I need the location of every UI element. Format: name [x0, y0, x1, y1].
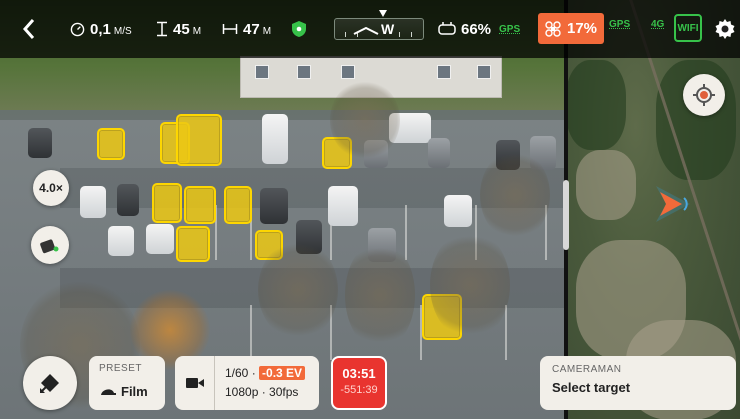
car	[80, 186, 106, 218]
building-window	[437, 65, 451, 79]
drone-tilt-icon	[40, 374, 59, 393]
speed-unit: M/S	[113, 25, 132, 37]
preset-selector[interactable]: PRESET Film	[89, 356, 165, 410]
drone-arrow-icon	[656, 186, 690, 222]
target-icon	[693, 84, 715, 106]
heading-label: W	[381, 21, 395, 37]
car	[108, 226, 134, 256]
altitude-icon	[156, 21, 168, 37]
tree	[480, 150, 550, 240]
altitude-value: 45	[173, 20, 190, 38]
gear-icon	[715, 19, 735, 39]
speed-readout: 0,1 M/S	[70, 0, 132, 58]
controller-icon	[438, 22, 456, 36]
select-target-button[interactable]: Select target	[552, 380, 724, 395]
cameraman-label: CAMERAMAN	[552, 364, 622, 375]
compass-tick	[411, 32, 412, 37]
chevron-left-icon	[22, 19, 35, 39]
speed-value: 0,1	[90, 20, 111, 38]
drone-gps-label: GPS	[609, 19, 631, 30]
detected-car[interactable]	[97, 128, 125, 160]
car	[28, 128, 52, 158]
parking-line	[405, 205, 407, 260]
compass-tick	[345, 32, 346, 37]
altitude-unit: M	[192, 25, 202, 37]
exposure-value: -0.3 EV	[259, 366, 306, 380]
flight-mode-button[interactable]	[23, 356, 77, 410]
cameraman-panel[interactable]: CAMERAMAN Select target	[540, 356, 736, 410]
video-resolution: 1080p · 30fps	[225, 385, 299, 399]
video-camera-icon	[185, 378, 204, 388]
map-forest-area	[566, 60, 626, 150]
distance-value: 47	[243, 20, 260, 38]
video-mode-button[interactable]	[175, 356, 215, 410]
gimbal-button[interactable]	[31, 226, 69, 264]
drone-heading-icon	[353, 27, 379, 35]
car	[260, 188, 288, 224]
detected-car[interactable]	[184, 186, 216, 224]
car	[117, 184, 139, 216]
settings-button[interactable]	[713, 17, 737, 41]
car	[262, 114, 288, 164]
car	[444, 195, 472, 227]
detected-car[interactable]	[152, 183, 182, 223]
detected-car[interactable]	[176, 226, 210, 262]
building-window	[255, 65, 269, 79]
record-button[interactable]: 03:51 -551:39	[331, 356, 387, 410]
distance-icon	[222, 23, 238, 35]
drone-battery-badge: 17%	[538, 13, 604, 44]
altitude-readout: 45 M	[156, 0, 201, 58]
shield-status[interactable]	[291, 0, 307, 58]
tree	[430, 230, 510, 340]
top-status-bar: 0,1 M/S 45 M 47 M W 66% GPS 17% GPS 4G W…	[0, 0, 740, 58]
controller-gps-label: GPS	[499, 23, 521, 35]
detected-car[interactable]	[176, 114, 222, 166]
recenter-button[interactable]	[683, 74, 725, 116]
zoom-button[interactable]: 4.0×	[33, 170, 69, 206]
controller-battery-value: 66%	[461, 20, 492, 38]
controller-battery: 66% GPS	[438, 0, 520, 58]
gimbal-camera-icon	[40, 239, 59, 254]
car	[328, 186, 358, 226]
shield-icon	[292, 21, 306, 37]
distance-readout: 47 M	[222, 0, 271, 58]
split-handle[interactable]	[563, 180, 569, 250]
map-urban-area	[576, 150, 636, 220]
wifi-badge: WIFI	[674, 14, 702, 42]
parking-line	[505, 305, 507, 360]
building-window	[297, 65, 311, 79]
tree	[330, 80, 400, 160]
preset-label: PRESET	[99, 363, 143, 374]
shutter-speed: 1/60 ·	[225, 366, 256, 380]
building-window	[341, 65, 355, 79]
parking-line	[250, 305, 252, 360]
back-button[interactable]	[22, 0, 36, 58]
camera-settings[interactable]: 1/60 · -0.3 EV 1080p · 30fps	[175, 356, 319, 410]
detected-car[interactable]	[224, 186, 252, 224]
car	[146, 224, 174, 254]
record-remaining: -551:39	[340, 384, 378, 396]
drone-position-marker	[654, 186, 694, 226]
record-time: 03:51	[342, 366, 376, 381]
tree	[258, 240, 338, 340]
zoom-label: 4.0×	[39, 181, 63, 195]
tree	[345, 240, 415, 350]
network-4g-label: 4G	[651, 19, 665, 30]
drone-icon	[545, 20, 561, 37]
heading-needle	[379, 10, 387, 17]
tortoise-icon	[101, 388, 116, 395]
heading-compass: W	[334, 10, 424, 40]
compass-tick	[399, 32, 400, 37]
drone-battery-value: 17%	[566, 20, 598, 37]
car	[428, 138, 450, 168]
preset-value: Film	[121, 384, 148, 399]
wifi-label: WIFI	[677, 22, 699, 34]
building-window	[477, 65, 491, 79]
distance-unit: M	[262, 25, 272, 37]
speedometer-icon	[70, 22, 85, 37]
